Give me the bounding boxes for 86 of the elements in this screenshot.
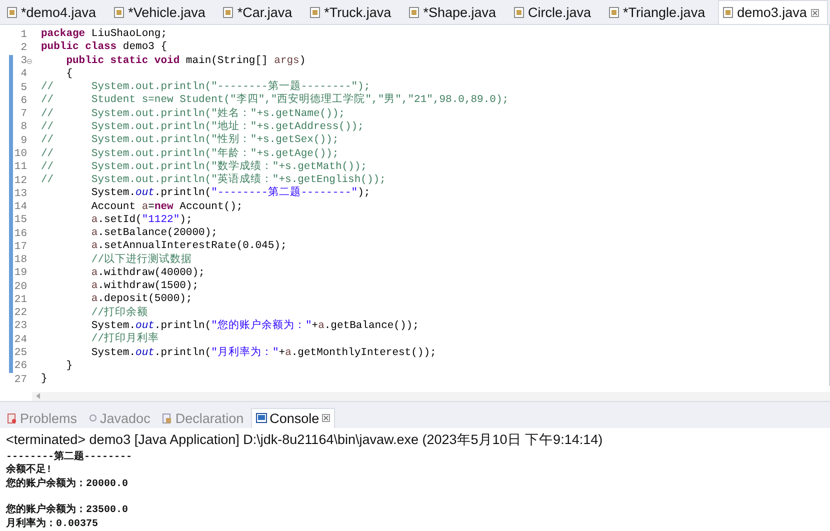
code-line: //打印月利率 [90,333,160,346]
code-line: // System.out.println("性别："+s.getSex()); [41,134,339,148]
line-number: 2 [20,42,27,54]
line-number: 3 [20,55,27,68]
line-number: 26 [13,360,27,372]
code-line: public class demo3 { [41,41,168,54]
code-line: a.withdraw(40000); [90,266,205,280]
line-number: 27 [13,374,27,386]
line-number: 8 [20,121,27,134]
code-line: System.out.println("您的账户余额为："+a.getBalance()); [90,320,419,332]
line-number: 21 [13,294,27,306]
console-output-line: 您的账户余额为：20000.0 [4,478,130,491]
fold-icon[interactable] [27,58,32,64]
editor-tab[interactable]: *Truck.java [305,0,400,24]
line-number: 25 [13,347,27,359]
console-header: <terminated> demo3 [Java Application] D:\jdk-8u21164\bin\javaw.exe (2023年5月10日 下午9:14:14) [5,430,604,449]
problems-icon [7,412,17,424]
code-line: } [65,360,73,373]
console-output-line: 余额不足! [5,464,54,477]
line-number: 23 [13,320,27,332]
line-number: 7 [20,108,27,120]
java-file-icon [514,7,524,18]
view-tab[interactable]: Console [250,408,336,428]
code-line: a.withdraw(1500); [90,280,199,293]
editor-tab[interactable]: Circle.java [509,0,600,24]
console-output-line: 月利率为：0.00375 [5,518,100,531]
java-file-icon [223,7,234,18]
java-file-icon [409,7,420,18]
code-line: package LiuShaoLong; [41,28,168,41]
console-output-line: 您的账户余额为：23500.0 [4,504,130,517]
code-line: public static void main(String[] args) [65,54,306,68]
code-line: System.out.println("--------第二题--------"); [90,187,370,200]
line-number: 10 [13,148,27,160]
code-line: // System.out.println("年龄："+s.getAge()); [41,148,339,160]
editor-tab[interactable]: *Car.java [218,0,302,24]
line-number: 13 [13,188,27,200]
code-line: //以下进行测试数据 [90,254,192,267]
code-line: { [65,68,73,81]
code-line: // System.out.println("--------第一题--------"); [41,81,370,94]
console-output-line: --------第二题-------- [5,450,134,463]
java-file-icon [723,7,734,18]
console-icon [256,413,267,423]
java-file-icon [114,7,124,18]
line-number: 24 [13,334,27,346]
line-number: 6 [20,94,27,107]
line-number: 9 [20,134,27,147]
editor-tab[interactable]: *Shape.java [404,0,505,24]
editor-tab[interactable]: demo3.java [718,0,828,24]
code-line: System.out.println("月利率为："+a.getMonthlyInterest()); [90,346,436,360]
code-line: a.setAnnualInterestRate(0.045); [90,240,287,253]
code-line: //打印余额 [90,306,148,320]
editor-tab[interactable]: *demo4.java [2,0,106,24]
line-number: 20 [13,280,27,293]
line-number: 11 [13,161,27,174]
left-arrow-icon[interactable] [36,393,41,400]
code-line: } [41,373,48,386]
code-line: // System.out.println("英语成绩："+s.getEnglish()); [41,174,386,186]
line-number: 17 [13,240,27,253]
code-line: a.setId("1122"); [90,214,192,227]
java-file-icon [310,7,320,18]
editor-tab[interactable]: *Vehicle.java [109,0,214,24]
java-file-icon [7,7,17,18]
editor-tab[interactable]: *Triangle.java [604,0,714,24]
close-icon[interactable] [810,8,819,16]
at-icon [89,414,98,422]
code-line: // System.out.println("姓名："+s.getName()); [41,108,345,120]
line-number: 5 [20,82,27,94]
declaration-icon [162,412,172,424]
code-line: a.deposit(5000); [90,293,192,306]
code-line: a.setBalance(20000); [90,227,218,240]
code-line: // System.out.println("数学成绩："+s.getMath()); [41,160,367,173]
line-number: 14 [13,201,27,214]
line-number: 15 [13,214,27,226]
line-number: 18 [13,254,27,266]
line-number: 1 [20,28,27,41]
java-file-icon [609,7,620,18]
line-number: 16 [13,228,27,240]
line-number: 12 [13,174,27,187]
code-line: Account a=new Account(); [90,200,243,214]
line-number: 4 [20,68,27,80]
close-icon[interactable] [322,414,330,422]
scrollbar[interactable] [32,392,830,401]
code-line: // Student s=new Student("李四","西安明德理工学院","男","21",98.0,89.0); [41,94,509,108]
code-line: // System.out.println("地址："+s.getAddress()); [41,120,364,134]
line-number: 19 [13,267,27,280]
line-number: 22 [13,307,27,320]
